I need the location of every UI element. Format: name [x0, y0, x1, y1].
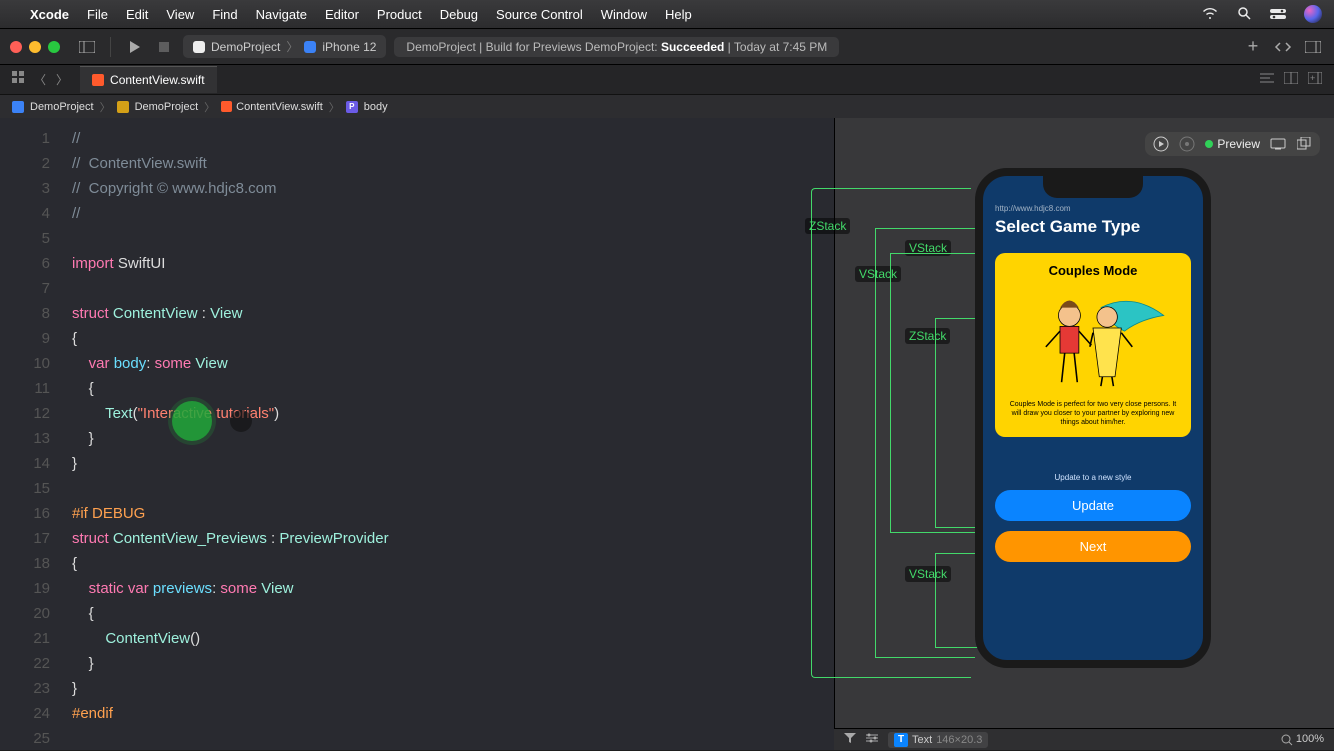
- update-hint: Update to a new style: [995, 473, 1191, 482]
- add-icon[interactable]: +: [1242, 36, 1264, 58]
- menu-edit[interactable]: Edit: [126, 7, 148, 22]
- run-button[interactable]: [123, 36, 145, 58]
- control-center-icon[interactable]: [1270, 7, 1286, 22]
- stack-label: ZStack: [905, 328, 950, 344]
- menu-source-control[interactable]: Source Control: [496, 7, 583, 22]
- line-gutter: 1234567891011121314151617181920212223242…: [0, 118, 64, 750]
- gametype-card[interactable]: Couples Mode: [995, 253, 1191, 437]
- zoom-control[interactable]: 100%: [1281, 733, 1324, 745]
- next-button[interactable]: Next: [995, 531, 1191, 562]
- duplicate-icon[interactable]: [1296, 136, 1312, 152]
- code-editor[interactable]: 1234567891011121314151617181920212223242…: [0, 118, 834, 750]
- stop-button[interactable]: [153, 36, 175, 58]
- activity-status: DemoProject | Build for Previews DemoPro…: [394, 37, 839, 57]
- tab-label: ContentView.swift: [110, 73, 205, 87]
- preview-canvas[interactable]: Preview ZStack VStack VStack ZStack VSta…: [834, 118, 1334, 750]
- update-button[interactable]: Update: [995, 490, 1191, 521]
- wifi-icon[interactable]: [1202, 7, 1218, 22]
- preview-label[interactable]: Preview: [1205, 137, 1260, 151]
- forward-icon[interactable]: 〉: [56, 71, 68, 88]
- code-area[interactable]: //// ContentView.swift// Copyright © www…: [64, 118, 389, 750]
- adjust-editor-icon[interactable]: [1284, 72, 1298, 87]
- svg-text:+: +: [1310, 73, 1315, 83]
- device-notch: [1043, 176, 1143, 198]
- search-icon[interactable]: [1236, 6, 1252, 23]
- menu-editor[interactable]: Editor: [325, 7, 359, 22]
- preview-status-bar: T Text 146×20.3 100%: [834, 728, 1334, 750]
- scheme-device: iPhone 12: [322, 40, 376, 54]
- window-controls: [10, 41, 60, 53]
- siri-icon[interactable]: [1304, 5, 1322, 23]
- stack-label: VStack: [905, 240, 951, 256]
- menu-debug[interactable]: Debug: [440, 7, 478, 22]
- add-editor-icon[interactable]: +: [1308, 72, 1322, 87]
- app-name[interactable]: Xcode: [30, 7, 69, 22]
- column-marker: [230, 410, 252, 432]
- menubar: Xcode File Edit View Find Navigate Editor Prod…: [0, 0, 1334, 28]
- settings-icon[interactable]: [866, 733, 878, 746]
- scheme-app: DemoProject: [211, 40, 280, 54]
- minimize-window-button[interactable]: [29, 41, 41, 53]
- swift-file-icon: [221, 101, 232, 112]
- tab-bar: 〈 〉 ContentView.swift +: [0, 64, 1334, 94]
- related-items-icon[interactable]: [12, 71, 24, 88]
- menu-find[interactable]: Find: [212, 7, 237, 22]
- stack-label: ZStack: [805, 218, 850, 234]
- minimap-icon[interactable]: [1260, 72, 1274, 87]
- menu-navigate[interactable]: Navigate: [256, 7, 307, 22]
- scheme-selector[interactable]: DemoProject 〉 iPhone 12: [183, 35, 386, 58]
- preview-url: http://www.hdjc8.com: [995, 204, 1191, 213]
- breadcrumb[interactable]: DemoProject〉 DemoProject〉 ContentView.sw…: [0, 94, 1334, 118]
- property-icon: P: [346, 101, 358, 113]
- device-preview[interactable]: http://www.hdjc8.com Select Game Type Co…: [975, 168, 1211, 668]
- stack-label: VStack: [905, 566, 951, 582]
- navigator-toggle-icon[interactable]: [76, 36, 98, 58]
- menu-window[interactable]: Window: [601, 7, 647, 22]
- selection-info[interactable]: T Text 146×20.3: [888, 732, 988, 748]
- cursor-highlight: [172, 401, 212, 441]
- menu-product[interactable]: Product: [377, 7, 422, 22]
- swift-file-icon: [92, 74, 104, 86]
- menu-file[interactable]: File: [87, 7, 108, 22]
- library-icon[interactable]: [1302, 36, 1324, 58]
- live-preview-icon[interactable]: [1153, 136, 1169, 152]
- preview-controls: Preview: [1145, 132, 1320, 156]
- menu-help[interactable]: Help: [665, 7, 692, 22]
- device-icon[interactable]: [1270, 136, 1286, 152]
- preview-settings-icon[interactable]: [1179, 136, 1195, 152]
- text-type-icon: T: [894, 733, 908, 747]
- tab-contentview[interactable]: ContentView.swift: [80, 66, 217, 93]
- toolbar: DemoProject 〉 iPhone 12 DemoProject | Bu…: [0, 28, 1334, 64]
- filter-icon[interactable]: [844, 733, 856, 746]
- card-illustration: [1005, 284, 1181, 394]
- folder-icon: [117, 101, 129, 113]
- zoom-window-button[interactable]: [48, 41, 60, 53]
- back-icon[interactable]: 〈: [34, 71, 46, 88]
- preview-title: Select Game Type: [995, 217, 1191, 237]
- card-desc: Couples Mode is perfect for two very clo…: [1005, 400, 1181, 427]
- stack-label: VStack: [855, 266, 901, 282]
- menu-view[interactable]: View: [166, 7, 194, 22]
- card-title: Couples Mode: [1005, 263, 1181, 278]
- code-review-icon[interactable]: [1272, 36, 1294, 58]
- close-window-button[interactable]: [10, 41, 22, 53]
- project-icon: [12, 101, 24, 113]
